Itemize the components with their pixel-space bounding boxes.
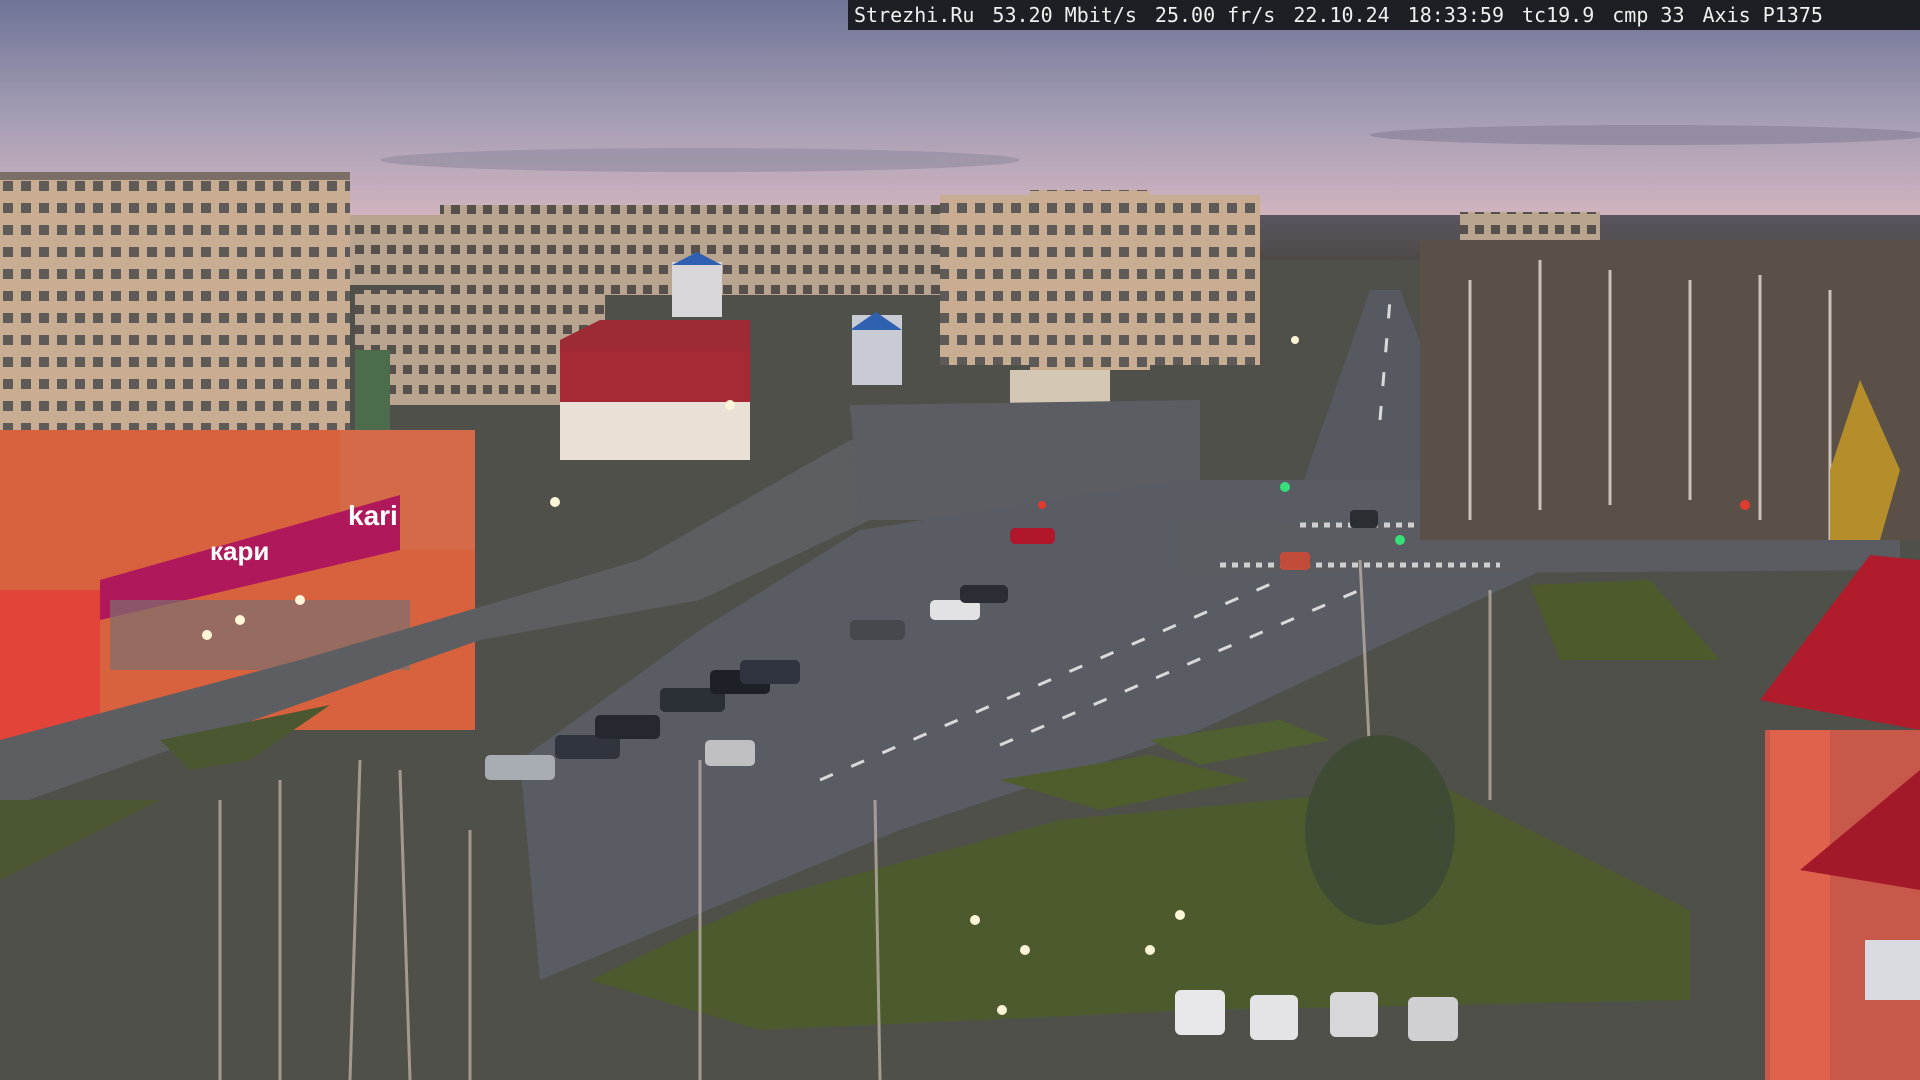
site-name: Strezhi.Ru: [854, 3, 975, 27]
store-sign: kari: [348, 500, 398, 531]
red-white-building-band: [560, 350, 750, 402]
green-roof-building: [355, 350, 390, 430]
spruce-tree: [1305, 735, 1455, 925]
blue-tower: [672, 262, 722, 317]
cloud: [1370, 125, 1920, 145]
time: 18:33:59: [1407, 3, 1504, 27]
apartment-block: [1030, 190, 1150, 370]
date: 22.10.24: [1293, 3, 1390, 27]
store-banner-text: кари: [210, 536, 269, 566]
red-building-tower: [1770, 730, 1830, 1080]
bitrate: 53.20 Mbit/s: [992, 3, 1137, 27]
compression: cmp 33: [1612, 3, 1685, 27]
red-building-window: [1865, 940, 1920, 1000]
camera-model: Axis P1375: [1702, 3, 1823, 27]
cloud: [380, 148, 1020, 172]
camera-info-overlay: Strezhi.Ru 53.20 Mbit/s 25.00 fr/s 22.10…: [848, 0, 1920, 30]
roof: [0, 172, 350, 180]
webcam-city-view: kari кари: [0, 0, 1920, 1080]
frame-rate: 25.00 fr/s: [1154, 3, 1276, 27]
tc-value: tc19.9: [1522, 3, 1595, 27]
